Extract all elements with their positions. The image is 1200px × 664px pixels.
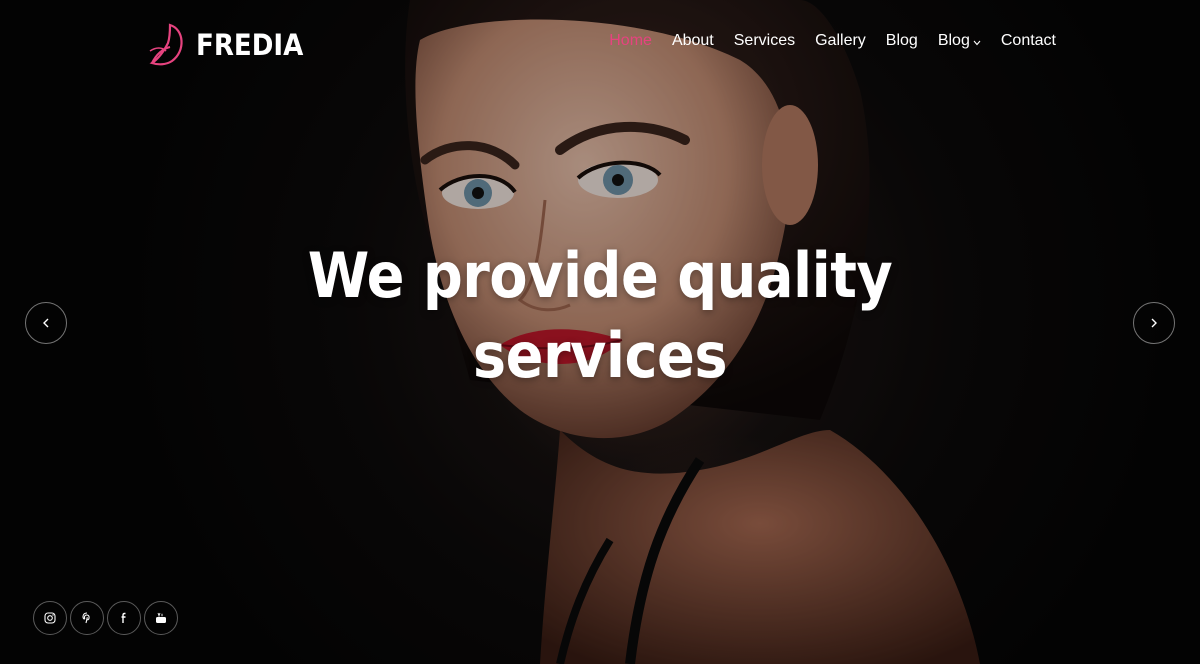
facebook-icon: [121, 612, 126, 623]
nav-item-blog-dropdown-label: Blog: [937, 32, 970, 49]
youtube-link[interactable]: [144, 601, 178, 635]
brand-name: FREDIA: [196, 28, 304, 62]
facebook-link[interactable]: [107, 601, 141, 635]
youtube-icon: [156, 612, 166, 623]
hero-headline-line-1: We provide quality: [307, 239, 893, 312]
pinterest-icon: [82, 612, 90, 624]
hero-headline-line-2: services: [472, 319, 728, 392]
main-nav: Home About Services Gallery Blog Blog Co…: [609, 32, 1056, 50]
chevron-left-icon: [43, 318, 49, 328]
slider-prev-button[interactable]: [25, 302, 67, 344]
instagram-link[interactable]: [33, 601, 67, 635]
site-logo[interactable]: FREDIA: [148, 20, 315, 70]
nav-item-home[interactable]: Home: [609, 32, 652, 50]
butterfly-icon: [149, 23, 183, 66]
chevron-down-icon: [973, 40, 981, 46]
social-links: [33, 601, 178, 635]
chevron-right-icon: [1151, 318, 1157, 328]
site-header: FREDIA Home About Services Gallery Blog …: [0, 0, 1200, 90]
slider-next-button[interactable]: [1133, 302, 1175, 344]
hero-headline: We provide quality services: [0, 236, 1200, 396]
nav-item-contact[interactable]: Contact: [1001, 32, 1056, 50]
hero-slider: FREDIA Home About Services Gallery Blog …: [0, 0, 1200, 664]
nav-item-blog[interactable]: Blog: [886, 32, 918, 50]
nav-item-gallery[interactable]: Gallery: [815, 32, 866, 50]
nav-item-about[interactable]: About: [672, 32, 714, 50]
instagram-icon: [44, 612, 56, 624]
nav-item-services[interactable]: Services: [734, 32, 795, 50]
nav-item-blog-dropdown[interactable]: Blog: [938, 32, 981, 50]
pinterest-link[interactable]: [70, 601, 104, 635]
